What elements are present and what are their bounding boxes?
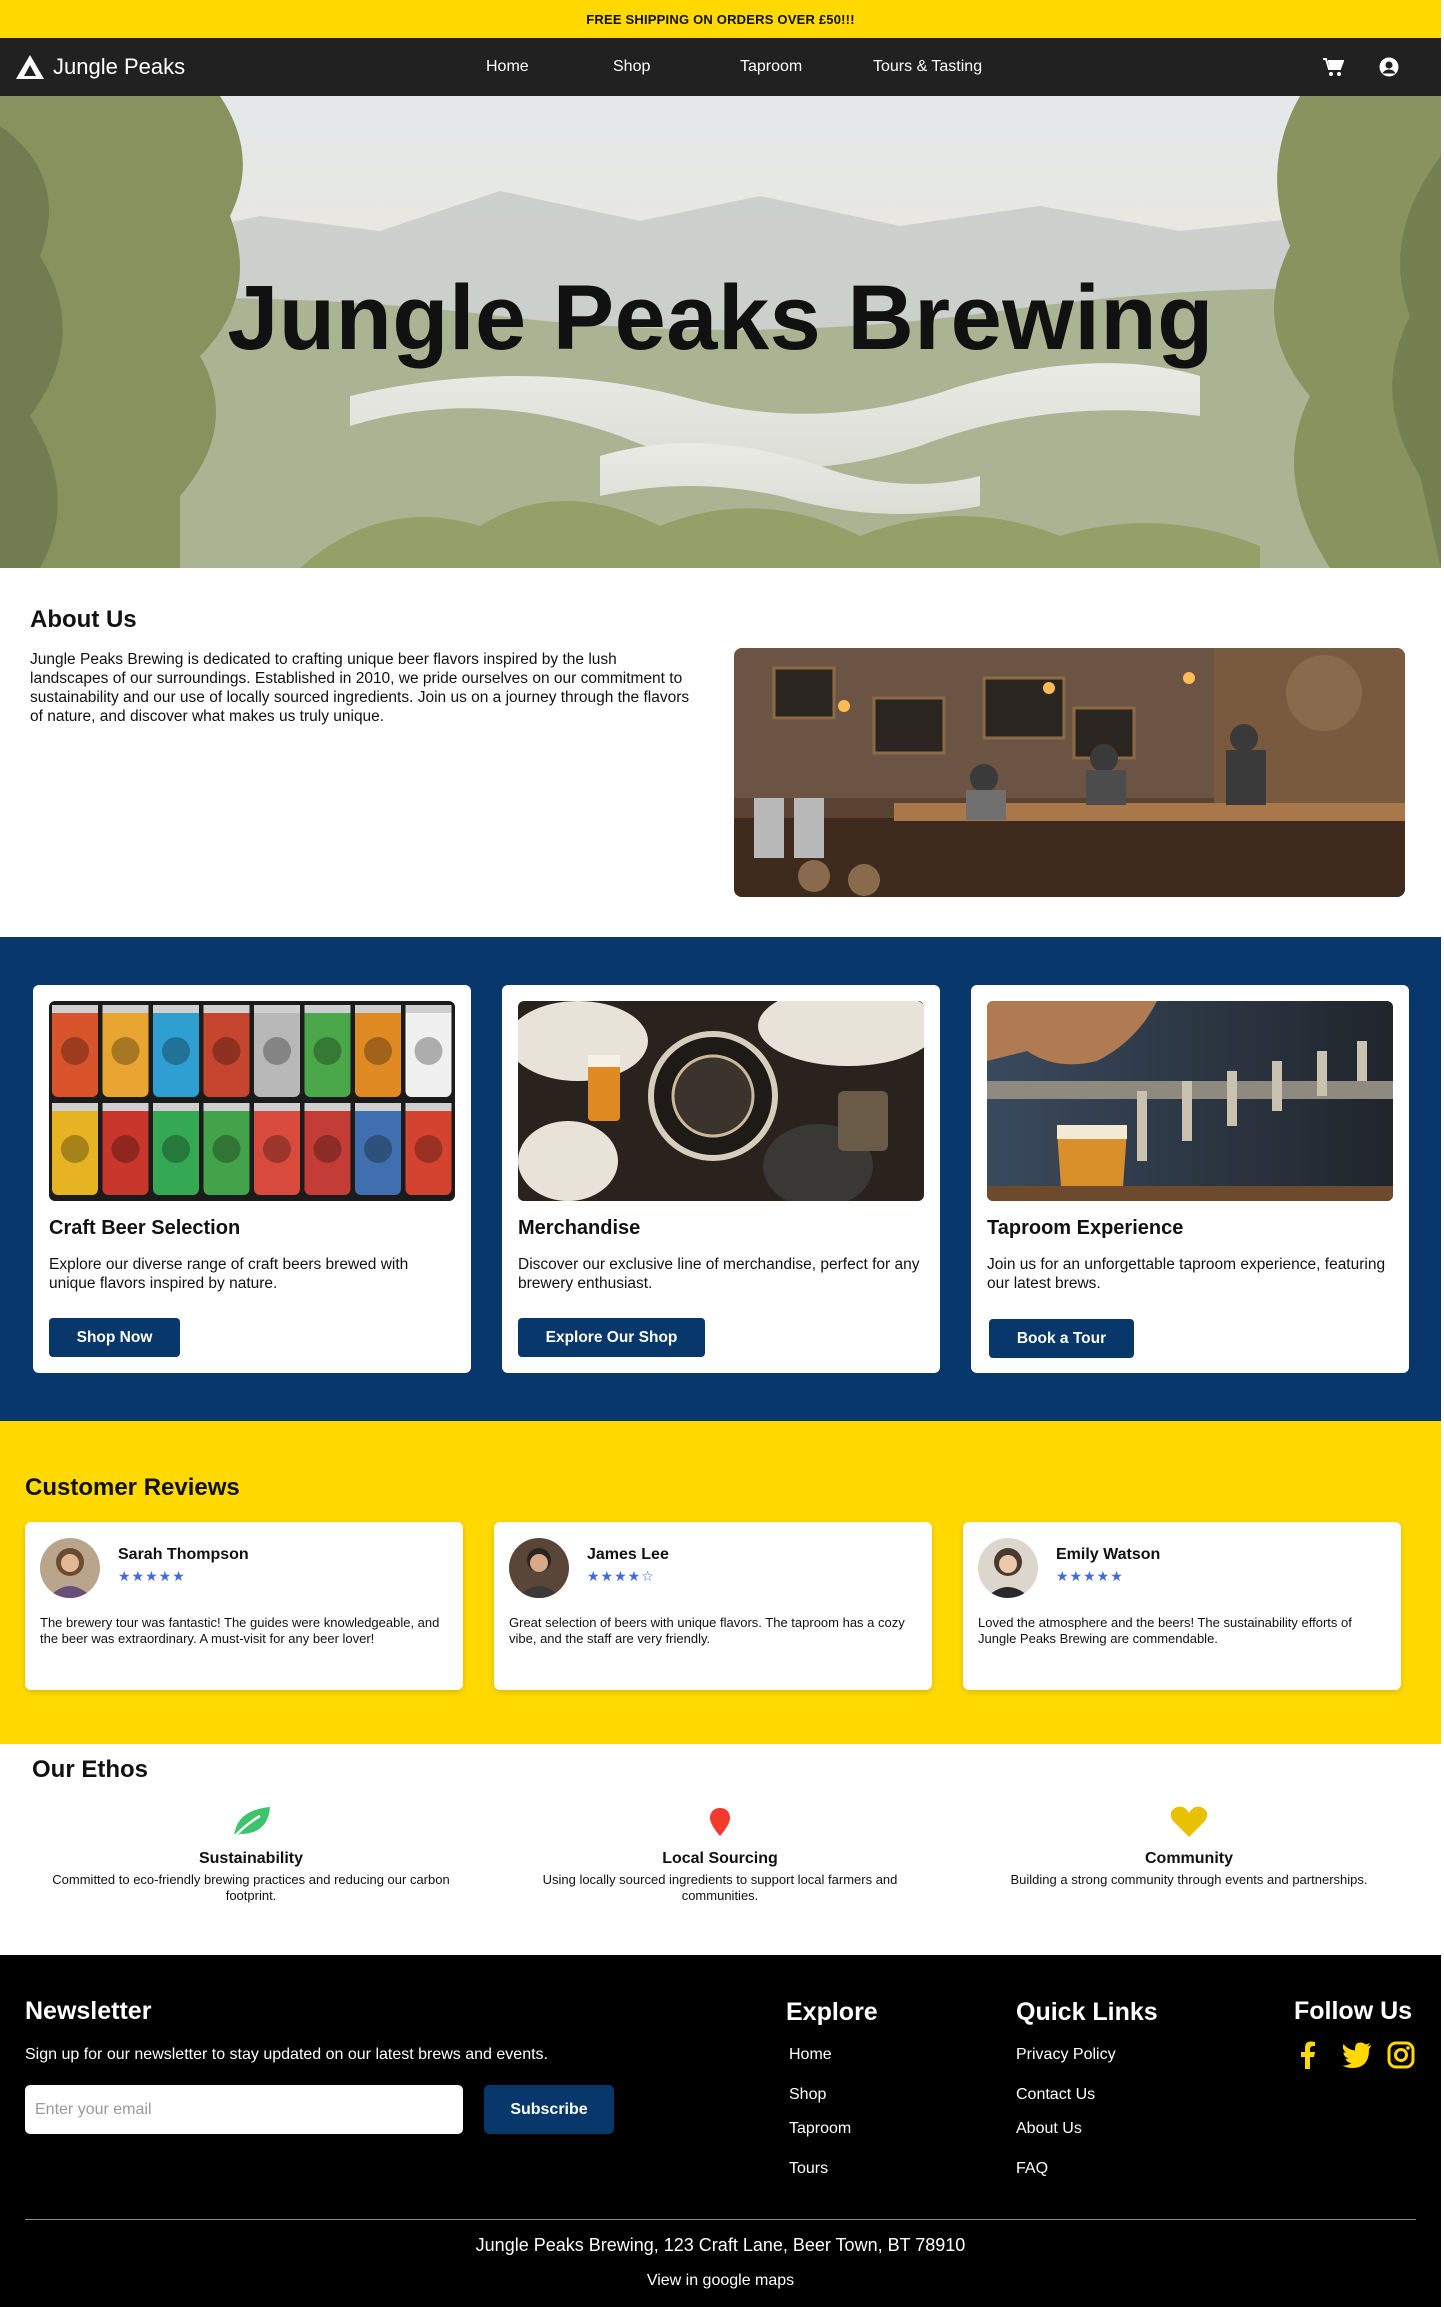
star-rating: ★★★★★: [118, 1568, 186, 1584]
footer-link-taproom[interactable]: Taproom: [789, 2120, 851, 2138]
reviewer-name: Emily Watson: [1056, 1546, 1161, 1563]
footer-link-contact-us[interactable]: Contact Us: [1016, 2086, 1095, 2104]
star-rating: ★★★★★: [1056, 1568, 1124, 1584]
about-text: Jungle Peaks Brewing is dedicated to cra…: [30, 651, 690, 725]
review-text: The brewery tour was fantastic! The guid…: [40, 1615, 440, 1646]
ethos-name: Community: [1145, 1850, 1233, 1867]
review-card: Sarah Thompson ★★★★★ The brewery tour wa…: [25, 1522, 463, 1690]
footer-link-shop[interactable]: Shop: [789, 2086, 826, 2104]
footer-link-home[interactable]: Home: [789, 2046, 832, 2064]
subscribe-button[interactable]: Subscribe: [484, 2085, 614, 2134]
reviews-heading: Customer Reviews: [25, 1474, 240, 1501]
feature-card-merchandise: Merchandise Discover our exclusive line …: [502, 985, 940, 1373]
star-rating: ★★★★☆: [587, 1568, 655, 1584]
ethos-item-community: Community Building a strong community th…: [969, 1802, 1409, 1888]
facebook-icon[interactable]: [1293, 2040, 1323, 2070]
taproom-interior-image: [734, 648, 1405, 897]
brand-name: Jungle Peaks: [53, 54, 186, 79]
reviewer-name: James Lee: [587, 1546, 669, 1563]
feature-title: Merchandise: [518, 1217, 641, 1239]
footer-address: Jungle Peaks Brewing, 123 Craft Lane, Be…: [475, 2235, 966, 2255]
feature-title: Craft Beer Selection: [49, 1217, 241, 1239]
top-navigation: Jungle Peaks Home Shop Taproom Tours & T…: [0, 38, 1441, 96]
book-a-tour-button[interactable]: Book a Tour: [989, 1319, 1134, 1358]
beer-cans-image: [49, 1001, 455, 1201]
instagram-icon[interactable]: [1386, 2040, 1416, 2070]
review-card: James Lee ★★★★☆ Great selection of beers…: [494, 1522, 932, 1690]
footer-link-faq[interactable]: FAQ: [1016, 2160, 1048, 2178]
announcement-bar: FREE SHIPPING ON ORDERS OVER £50!!!: [0, 0, 1441, 38]
twitter-icon[interactable]: [1342, 2040, 1372, 2070]
announcement-text: FREE SHIPPING ON ORDERS OVER £50!!!: [586, 11, 855, 27]
nav-shop[interactable]: Shop: [613, 38, 650, 96]
cart-icon[interactable]: [1320, 54, 1346, 80]
feature-card-craft-beer: Craft Beer Selection Explore our diverse…: [33, 985, 471, 1373]
hero-title: Jungle Peaks Brewing: [227, 267, 1214, 369]
ethos-description: Committed to eco-friendly brewing practi…: [52, 1872, 450, 1903]
feature-card-taproom: Taproom Experience Join us for an unforg…: [971, 985, 1409, 1373]
review-text: Loved the atmosphere and the beers! The …: [978, 1615, 1352, 1646]
newsletter-text: Sign up for our newsletter to stay updat…: [25, 2046, 548, 2063]
view-in-google-maps-link[interactable]: View in google maps: [0, 2272, 1441, 2290]
leaf-icon: [31, 1802, 471, 1842]
newsletter-email-input[interactable]: [25, 2085, 463, 2134]
nav-home[interactable]: Home: [486, 38, 529, 96]
footer-link-tours[interactable]: Tours: [789, 2160, 828, 2178]
reviewer-name: Sarah Thompson: [118, 1546, 249, 1563]
feature-text: Join us for an unforgettable taproom exp…: [987, 1256, 1386, 1292]
ethos-description: Using locally sourced ingredients to sup…: [542, 1872, 898, 1903]
nav-tours-tasting[interactable]: Tours & Tasting: [873, 38, 982, 96]
about-heading: About Us: [30, 606, 137, 633]
review-card: Emily Watson ★★★★★ Loved the atmosphere …: [963, 1522, 1401, 1690]
ethos-item-local-sourcing: Local Sourcing Using locally sourced ing…: [500, 1802, 940, 1903]
quick-links-heading: Quick Links: [1016, 1998, 1158, 2026]
heart-icon: [969, 1802, 1409, 1842]
feature-text: Explore our diverse range of craft beers…: [49, 1256, 409, 1292]
newsletter-heading: Newsletter: [25, 1997, 152, 2025]
ethos-heading: Our Ethos: [32, 1756, 149, 1783]
avatar: [509, 1538, 569, 1598]
nav-taproom[interactable]: Taproom: [740, 38, 802, 96]
merchandise-image: [518, 1001, 924, 1201]
follow-us-heading: Follow Us: [1294, 1997, 1413, 2025]
mountain-logo-icon: [16, 55, 44, 79]
shop-now-button[interactable]: Shop Now: [49, 1318, 180, 1357]
user-account-icon[interactable]: [1376, 54, 1402, 80]
explore-heading: Explore: [786, 1998, 878, 2026]
beer-taps-image: [987, 1001, 1393, 1201]
hero-banner: Jungle Peaks Brewing: [0, 96, 1441, 568]
ethos-name: Local Sourcing: [662, 1850, 778, 1867]
review-text: Great selection of beers with unique fla…: [509, 1615, 905, 1646]
avatar: [40, 1538, 100, 1598]
footer-divider: [25, 2219, 1416, 2220]
ethos-name: Sustainability: [198, 1850, 304, 1867]
footer-link-privacy-policy[interactable]: Privacy Policy: [1016, 2046, 1116, 2064]
ethos-description: Building a strong community through even…: [1010, 1872, 1368, 1887]
ethos-item-sustainability: Sustainability Committed to eco-friendly…: [31, 1802, 471, 1903]
feature-text: Discover our exclusive line of merchandi…: [518, 1256, 920, 1292]
footer-link-about-us[interactable]: About Us: [1016, 2120, 1082, 2138]
avatar: [978, 1538, 1038, 1598]
map-pin-icon: [500, 1802, 940, 1842]
explore-our-shop-button[interactable]: Explore Our Shop: [518, 1318, 705, 1357]
feature-title: Taproom Experience: [987, 1217, 1184, 1239]
brand-logo[interactable]: Jungle Peaks: [15, 50, 185, 84]
